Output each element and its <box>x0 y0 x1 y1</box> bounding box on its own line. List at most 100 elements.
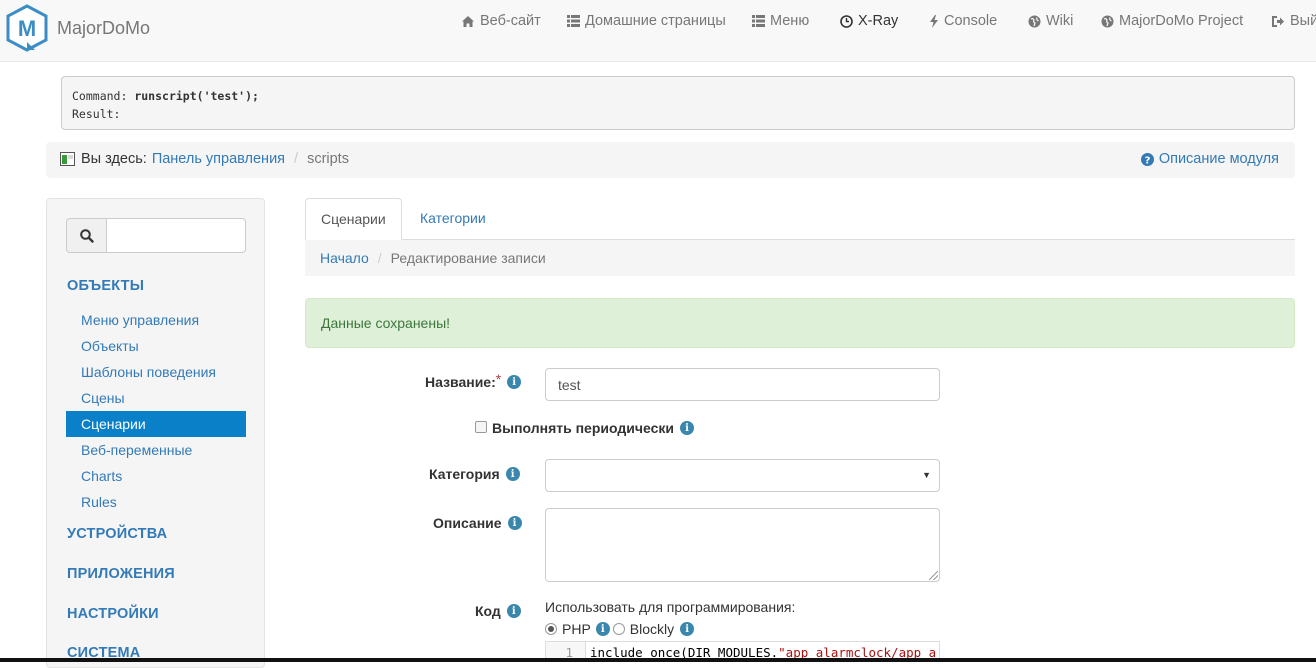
category-select[interactable]: ▼ <box>545 459 940 492</box>
code-label-group: Код i <box>475 603 521 619</box>
periodic-label-group: Выполнять периодически i <box>492 420 694 436</box>
sub-breadcrumb-home[interactable]: Начало <box>320 250 369 266</box>
breadcrumb: Вы здесь: Панель управления / scripts ? … <box>46 142 1295 178</box>
majordomo-logo-icon: M <box>6 4 48 52</box>
blockly-radio[interactable] <box>612 623 625 635</box>
command-label: Command: <box>72 89 128 103</box>
globe-icon <box>1101 15 1114 28</box>
info-icon[interactable]: i <box>595 622 610 636</box>
nav-xray-label: X-Ray <box>858 13 899 29</box>
name-field[interactable] <box>545 368 940 401</box>
language-options: PHP i Blockly i <box>545 621 695 637</box>
list-icon <box>752 15 765 27</box>
nav-project[interactable]: MajorDoMo Project <box>1101 12 1243 30</box>
nav-menu-label: Меню <box>770 13 810 29</box>
logout-icon <box>1271 15 1285 28</box>
name-label-group: Название: * i <box>425 371 522 390</box>
category-label: Категория <box>429 466 500 482</box>
sub-breadcrumb: Начало / Редактирование записи <box>305 240 1295 276</box>
info-icon[interactable]: i <box>680 622 695 636</box>
success-alert: Данные сохранены! <box>305 298 1295 348</box>
globe-icon <box>1028 15 1041 28</box>
screen-bottom-edge <box>0 658 1316 662</box>
clock-icon <box>840 14 853 28</box>
breadcrumb-current: scripts <box>307 151 349 167</box>
info-icon[interactable]: i <box>506 604 521 618</box>
nav-menu[interactable]: Меню <box>752 12 809 30</box>
nav-website[interactable]: Веб-сайт <box>461 12 541 30</box>
control-panel-icon <box>60 152 75 166</box>
top-navbar: M MajorDoMo Веб-сайт Домашние страницы М… <box>0 0 1316 62</box>
description-label: Описание <box>433 515 502 531</box>
name-label: Название: <box>425 374 496 390</box>
periodic-label[interactable]: Выполнять периодически <box>492 420 674 436</box>
sidebar: ОБЪЕКТЫ Меню управления Объекты Шаблоны … <box>46 198 265 668</box>
language-prompt: Использовать для программирования: <box>545 599 796 615</box>
grid-icon <box>567 15 580 27</box>
sidebar-search <box>66 218 246 253</box>
svg-text:?: ? <box>1144 155 1150 166</box>
brand[interactable]: M MajorDoMo <box>5 4 150 52</box>
sidebar-section-settings[interactable]: НАСТРОЙКИ <box>67 606 159 622</box>
tab-bar: Сценарии Категории <box>305 198 1295 240</box>
result-label: Result: <box>72 107 121 121</box>
code-label: Код <box>475 603 501 619</box>
breadcrumb-prefix: Вы здесь: <box>81 151 147 167</box>
sidebar-section-objects[interactable]: ОБЪЕКТЫ <box>67 278 144 294</box>
command-line: Command: runscript('test'); <box>72 87 1284 105</box>
module-help-link[interactable]: ? Описание модуля <box>1140 151 1279 167</box>
category-label-group: Категория i <box>429 466 520 482</box>
sidebar-item-scenes[interactable]: Сцены <box>66 385 246 411</box>
sidebar-section-devices[interactable]: УСТРОЙСТВА <box>67 526 167 542</box>
info-icon[interactable]: i <box>507 516 522 530</box>
sub-breadcrumb-separator: / <box>377 250 382 266</box>
tab-scripts[interactable]: Сценарии <box>305 198 402 240</box>
sidebar-section-apps[interactable]: ПРИЛОЖЕНИЯ <box>67 566 175 582</box>
nav-website-label: Веб-сайт <box>480 13 541 29</box>
nav-console-label: Console <box>944 13 998 29</box>
dropdown-arrow-icon: ▼ <box>922 470 931 480</box>
flash-icon <box>929 14 939 28</box>
home-icon <box>461 15 475 28</box>
nav-wiki-label: Wiki <box>1046 13 1074 29</box>
breadcrumb-home-link[interactable]: Панель управления <box>152 151 285 167</box>
command-output: Command: runscript('test'); Result: <box>61 76 1295 130</box>
brand-name: MajorDoMo <box>57 17 151 38</box>
search-button[interactable] <box>66 218 106 253</box>
sidebar-item-objects[interactable]: Объекты <box>66 333 246 359</box>
php-radio[interactable] <box>545 623 557 635</box>
nav-xray[interactable]: X-Ray <box>840 12 898 30</box>
search-icon <box>79 228 94 243</box>
question-icon: ? <box>1140 152 1154 166</box>
module-help-label: Описание модуля <box>1158 151 1279 167</box>
blockly-label[interactable]: Blockly <box>630 621 674 637</box>
info-icon[interactable]: i <box>507 375 522 389</box>
nav-home-pages[interactable]: Домашние страницы <box>567 12 726 30</box>
description-label-group: Описание i <box>433 515 522 531</box>
sidebar-item-scripts[interactable]: Сценарии <box>66 411 246 437</box>
nav-wiki[interactable]: Wiki <box>1028 12 1073 30</box>
description-field[interactable] <box>545 508 940 582</box>
sidebar-item-behavior-templates[interactable]: Шаблоны поведения <box>66 359 246 385</box>
info-icon[interactable]: i <box>505 467 520 481</box>
sidebar-item-rules[interactable]: Rules <box>66 489 246 515</box>
resize-handle-icon[interactable] <box>929 571 938 580</box>
nav-home-pages-label: Домашние страницы <box>585 13 726 29</box>
sidebar-item-charts[interactable]: Charts <box>66 463 246 489</box>
php-label[interactable]: PHP <box>562 621 591 637</box>
command-value: runscript('test'); <box>134 89 259 103</box>
sidebar-item-web-vars[interactable]: Веб-переменные <box>66 437 246 463</box>
nav-project-label: MajorDoMo Project <box>1119 13 1244 29</box>
sidebar-item-control-menu[interactable]: Меню управления <box>66 307 246 333</box>
nav-console[interactable]: Console <box>929 12 997 30</box>
svg-text:M: M <box>18 16 36 41</box>
search-input[interactable] <box>106 218 246 253</box>
info-icon[interactable]: i <box>680 421 694 435</box>
nav-logout-label: Вый <box>1290 13 1316 29</box>
breadcrumb-separator: / <box>294 151 299 167</box>
required-marker: * <box>495 371 502 387</box>
sub-breadcrumb-current: Редактирование записи <box>390 250 546 266</box>
tab-categories[interactable]: Категории <box>405 198 501 240</box>
nav-logout[interactable]: Вый <box>1271 12 1316 30</box>
periodic-checkbox[interactable] <box>475 421 487 433</box>
